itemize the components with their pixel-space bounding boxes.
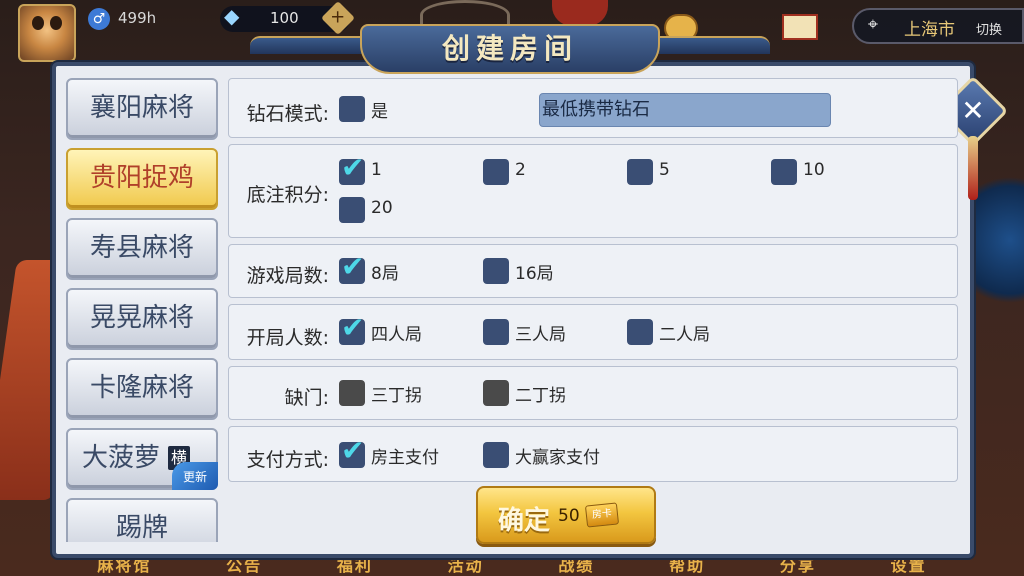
game-tab-dabolou[interactable]: 大菠萝 横 更新 xyxy=(66,428,218,490)
diamond-count: 100 xyxy=(270,9,299,27)
checkmark-icon: ✔ xyxy=(341,151,365,184)
game-tab-label: 晃晃麻将 xyxy=(89,303,194,333)
checkbox-box xyxy=(483,380,509,406)
checkmark-icon: ✔ xyxy=(341,250,365,283)
option-label: 2 xyxy=(515,160,526,180)
option-label: 20 xyxy=(371,198,393,218)
room-options: 钻石模式: 是 最低携带钻石 底注积分: ✔ 1 2 5 10 20 游戏局数:… xyxy=(228,78,960,488)
option-label: 三丁拐 xyxy=(371,386,422,406)
checkbox-box xyxy=(339,380,365,406)
option-label: 5 xyxy=(659,160,670,180)
diamond-mode-label: 钻石模式: xyxy=(246,103,329,125)
players-label: 开局人数: xyxy=(246,327,329,349)
missing-suit-label: 缺门: xyxy=(284,387,329,409)
game-tab-label: 寿县麻将 xyxy=(89,233,194,263)
rounds-label: 游戏局数: xyxy=(246,265,329,287)
option-label: 四人局 xyxy=(371,325,422,345)
option-label: 16局 xyxy=(515,264,554,284)
checkbox-box xyxy=(771,159,797,185)
dialog-title: 创建房间 xyxy=(441,32,578,65)
option-label: 二人局 xyxy=(659,325,710,345)
min-diamond-input[interactable]: 最低携带钻石 xyxy=(539,93,831,127)
mail-icon[interactable] xyxy=(782,14,818,40)
game-tab-label: 贵阳捉鸡 xyxy=(89,163,194,193)
option-label: 是 xyxy=(371,102,388,122)
base-score-label: 底注积分: xyxy=(246,184,329,206)
confirm-label: 确定 xyxy=(498,506,551,536)
checkbox-box xyxy=(483,258,509,284)
title-wing-left xyxy=(250,36,370,54)
confirm-button[interactable]: 确定 50 房卡 xyxy=(476,486,656,544)
game-tab-label: 大菠萝 xyxy=(82,443,161,473)
location-pin-icon: ⌖ xyxy=(867,14,879,35)
option-label: 大赢家支付 xyxy=(515,448,600,468)
option-label: 房主支付 xyxy=(371,448,439,468)
checkbox-box xyxy=(339,96,365,122)
diamond-icon: ◆ xyxy=(224,4,240,28)
rounds-row: 游戏局数: ✔ 8局 16局 xyxy=(228,244,958,298)
option-label: 1 xyxy=(371,160,382,180)
option-label: 二丁拐 xyxy=(515,386,566,406)
game-tab-label: 襄阳麻将 xyxy=(89,93,194,123)
dialog-title-banner: 创建房间 xyxy=(360,24,660,74)
diamond-mode-row: 钻石模式: 是 最低携带钻石 xyxy=(228,78,958,138)
game-list: 襄阳麻将 贵阳捉鸡 寿县麻将 晃晃麻将 卡隆麻将 大菠萝 横 更新 踢牌 xyxy=(62,78,222,542)
game-tab-xiangyang[interactable]: 襄阳麻将 xyxy=(66,78,218,140)
user-id: 499h xyxy=(118,9,157,27)
base-score-row: 底注积分: ✔ 1 2 5 10 20 xyxy=(228,144,958,238)
payment-label: 支付方式: xyxy=(246,449,329,471)
checkbox-box xyxy=(627,319,653,345)
game-tab-kalong[interactable]: 卡隆麻将 xyxy=(66,358,218,420)
game-tab-label: 卡隆麻将 xyxy=(89,373,194,403)
title-wing-right xyxy=(650,36,770,54)
checkbox-box xyxy=(483,442,509,468)
game-tab-shouxian[interactable]: 寿县麻将 xyxy=(66,218,218,280)
game-tab-guiyang[interactable]: 贵阳捉鸡 xyxy=(66,148,218,210)
option-label: 10 xyxy=(803,160,825,180)
room-card-icon: 房卡 xyxy=(584,502,620,528)
checkbox-box xyxy=(627,159,653,185)
checkbox-box xyxy=(339,197,365,223)
tassel-decoration xyxy=(968,136,978,200)
confirm-cost: 50 xyxy=(558,506,580,526)
checkbox-box xyxy=(483,319,509,345)
male-icon: ♂ xyxy=(88,8,110,30)
avatar[interactable] xyxy=(18,4,76,62)
switch-city-link[interactable]: 切换 xyxy=(976,19,1002,38)
game-tab-huanghuang[interactable]: 晃晃麻将 xyxy=(66,288,218,350)
checkmark-icon: ✔ xyxy=(341,434,365,467)
option-label: 三人局 xyxy=(515,325,566,345)
missing-suit-row: 缺门: 三丁拐 二丁拐 xyxy=(228,366,958,420)
game-tab-tipai[interactable]: 踢牌 xyxy=(66,498,218,542)
city-name: 上海市 xyxy=(904,20,955,40)
update-badge: 更新 xyxy=(172,462,218,490)
game-tab-label: 踢牌 xyxy=(115,513,168,542)
payment-row: 支付方式: ✔ 房主支付 大赢家支付 xyxy=(228,426,958,482)
checkbox-box xyxy=(483,159,509,185)
players-row: 开局人数: ✔ 四人局 三人局 二人局 xyxy=(228,304,958,360)
checkmark-icon: ✔ xyxy=(341,311,365,344)
option-label: 8局 xyxy=(371,264,399,284)
crown-decoration xyxy=(552,0,608,26)
